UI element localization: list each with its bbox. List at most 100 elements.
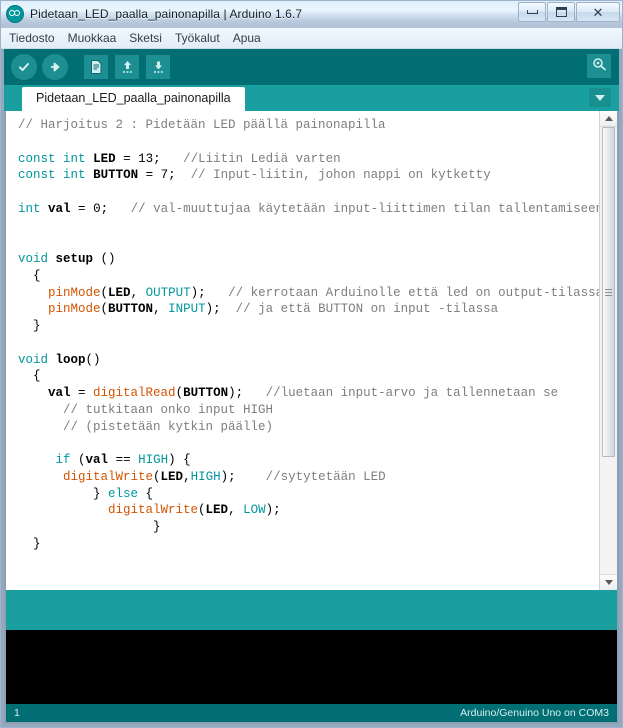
code-token: (): [85, 352, 101, 367]
upload-button[interactable]: [41, 53, 69, 81]
code-token: digitalWrite: [108, 503, 199, 518]
arrow-right-icon: [42, 54, 68, 80]
menu-item-tyokalut[interactable]: Työkalut: [175, 31, 220, 45]
code-token: =: [115, 151, 139, 166]
title-bar: Pidetaan_LED_paalla_painonapilla | Ardui…: [1, 1, 622, 28]
code-token: pinMode: [48, 302, 101, 317]
code-token: }: [18, 536, 41, 551]
code-token: ,: [153, 302, 169, 317]
menu-item-sketsi[interactable]: Sketsi: [129, 31, 162, 45]
tab-sketch-active[interactable]: Pidetaan_LED_paalla_painonapilla: [22, 87, 245, 111]
window-controls: ✕: [517, 2, 620, 23]
code-token: (: [100, 302, 109, 317]
minimize-button[interactable]: [518, 2, 546, 22]
minimize-icon: [526, 10, 538, 14]
code-token: BUTTON: [93, 168, 139, 183]
code-token: if: [55, 453, 71, 467]
close-button[interactable]: ✕: [576, 2, 620, 22]
code-line: const int BUTTON = 7; // Input-liitin, j…: [18, 167, 599, 184]
code-token: HIGH: [138, 453, 169, 467]
code-line: pinMode(BUTTON, INPUT); // ja että BUTTO…: [18, 301, 599, 318]
code-line: const int LED = 13; //Liitin Lediä varte…: [18, 151, 599, 168]
code-token: 13: [138, 151, 154, 166]
chevron-down-icon: [595, 94, 605, 101]
line-number-indicator: 1: [14, 707, 20, 719]
code-token: }: [18, 319, 41, 333]
code-line: // Harjoitus 2 : Pidetään LED päällä pai…: [18, 117, 599, 134]
code-token: loop: [55, 352, 86, 367]
code-token: (: [100, 285, 109, 300]
code-token: OUTPUT: [145, 285, 191, 300]
code-token: pinMode: [48, 285, 101, 300]
code-token: // (pistetään kytkin päälle): [63, 419, 274, 434]
code-token: const: [18, 151, 56, 166]
code-token: 0: [93, 201, 101, 216]
code-token: ;: [168, 168, 176, 183]
code-line: pinMode(LED, OUTPUT); // kerrotaan Ardui…: [18, 285, 599, 302]
code-token: =: [138, 168, 161, 183]
menu-item-tiedosto[interactable]: Tiedosto: [9, 31, 55, 45]
tab-menu-button[interactable]: [589, 88, 611, 107]
code-token: LED: [108, 285, 131, 300]
arrow-down-icon: [146, 55, 170, 79]
status-bar: 1 Arduino/Genuino Uno on COM3: [4, 704, 619, 724]
code-token: //Liitin Lediä varten: [183, 151, 341, 166]
code-token: ,: [130, 285, 146, 300]
scroll-up-button[interactable]: [600, 111, 617, 127]
scrollbar-track[interactable]: [600, 127, 617, 574]
code-line: {: [18, 368, 599, 385]
verify-button[interactable]: [10, 53, 38, 81]
code-token: int: [63, 151, 86, 166]
code-token: val: [48, 201, 71, 216]
console-output[interactable]: [4, 630, 619, 704]
maximize-button[interactable]: [547, 2, 575, 22]
serial-monitor-button[interactable]: [587, 54, 611, 78]
scrollbar-grip-icon: [605, 288, 612, 296]
editor-vertical-scrollbar[interactable]: [599, 111, 617, 590]
menu-item-apua[interactable]: Apua: [233, 31, 261, 45]
code-line: digitalWrite(LED,HIGH); //sytytetään LED: [18, 469, 599, 486]
save-sketch-button[interactable]: [144, 53, 172, 81]
code-token: ,: [183, 469, 191, 484]
toolbar: [4, 49, 619, 85]
code-line: // (pistetään kytkin päälle): [18, 419, 599, 436]
code-token: // ja että BUTTON on input -tilassa: [235, 302, 499, 317]
code-token: );: [228, 386, 244, 400]
new-sketch-button[interactable]: [82, 53, 110, 81]
menu-item-muokkaa[interactable]: Muokkaa: [68, 31, 117, 45]
code-token: val: [85, 453, 109, 467]
checkmark-icon: [11, 54, 37, 80]
code-token: BUTTON: [183, 386, 229, 400]
arduino-ide-window: Pidetaan_LED_paalla_painonapilla | Ardui…: [0, 0, 623, 728]
open-sketch-button[interactable]: [113, 53, 141, 81]
code-token: BUTTON: [108, 302, 154, 317]
scrollbar-thumb[interactable]: [602, 127, 615, 457]
code-token: );: [190, 285, 206, 300]
close-icon: ✕: [592, 4, 604, 20]
code-token: (): [93, 252, 116, 266]
code-line: {: [18, 268, 599, 285]
code-editor[interactable]: // Harjoitus 2 : Pidetään LED päällä pai…: [6, 111, 599, 590]
code-token: //luetaan input-arvo ja tallennetaan se: [265, 386, 559, 400]
magnifier-icon: [591, 56, 607, 77]
code-line: }: [18, 519, 599, 536]
code-token: void: [18, 352, 49, 367]
scroll-down-button[interactable]: [600, 574, 617, 590]
code-token: //sytytetään LED: [265, 469, 386, 484]
code-token: // tutkitaan onko input HIGH: [63, 402, 274, 417]
code-token: const: [18, 168, 56, 183]
code-token: LED: [93, 151, 116, 166]
code-token: =: [70, 201, 94, 216]
